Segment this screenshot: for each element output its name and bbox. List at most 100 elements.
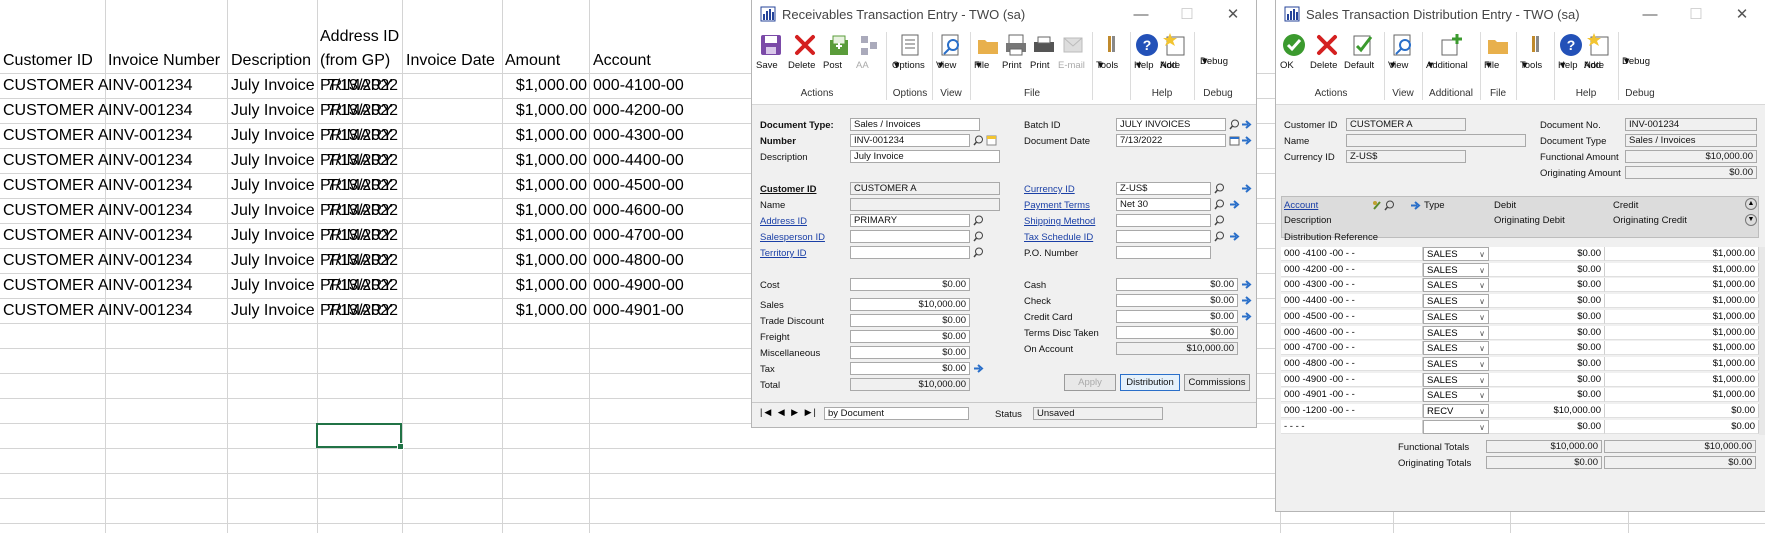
tax-field[interactable]: $0.00 bbox=[850, 362, 970, 375]
sheet-cell[interactable]: 7/13/2022 bbox=[308, 173, 398, 198]
check-arrow-icon[interactable] bbox=[1241, 295, 1252, 306]
chevron-down-icon[interactable]: ∨ bbox=[1479, 295, 1485, 307]
salesperson-id-field[interactable] bbox=[850, 230, 970, 243]
address-lookup-icon[interactable] bbox=[973, 215, 984, 226]
territory-id-link[interactable]: Territory ID bbox=[760, 248, 806, 259]
sheet-cell[interactable]: July Invoice bbox=[231, 98, 315, 123]
sheet-cell[interactable]: 7/13/2022 bbox=[308, 223, 398, 248]
debit-cell[interactable]: $10,000.00 bbox=[1489, 404, 1605, 418]
record-navigation[interactable]: |◀ ◀ ▶ ▶| bbox=[760, 407, 818, 418]
distribution-row[interactable]: 000 -4400 -00 - - SALES ∨ $0.00 $1,000.00 bbox=[1281, 294, 1759, 309]
sheet-cell[interactable]: 000-4901-00 bbox=[593, 298, 684, 323]
debit-cell[interactable]: $0.00 bbox=[1489, 356, 1605, 371]
view-button[interactable]: View ▼ bbox=[936, 32, 966, 71]
credit-cell[interactable]: $1,000.00 bbox=[1605, 247, 1759, 261]
type-select[interactable]: SALES ∨ bbox=[1423, 341, 1489, 356]
account-cell[interactable]: 000 -1200 -00 - - bbox=[1281, 404, 1423, 418]
sheet-cell[interactable]: July Invoice bbox=[231, 298, 315, 323]
chevron-down-icon[interactable]: ∨ bbox=[1479, 279, 1485, 291]
sheet-cell[interactable]: CUSTOMER A bbox=[3, 223, 109, 248]
sheet-cell[interactable]: INV-001234 bbox=[108, 148, 193, 173]
currency-id-link[interactable]: Currency ID bbox=[1024, 184, 1075, 195]
account-arrow-icon[interactable] bbox=[1410, 200, 1421, 211]
type-select[interactable]: SALES ∨ bbox=[1423, 372, 1489, 387]
header-invoice-number[interactable]: Invoice Number bbox=[108, 48, 220, 73]
sheet-cell[interactable]: INV-001234 bbox=[108, 273, 193, 298]
account-cell[interactable]: 000 -4400 -00 - - bbox=[1281, 294, 1423, 309]
freight-field[interactable]: $0.00 bbox=[850, 330, 970, 343]
credit-cell[interactable]: $1,000.00 bbox=[1605, 372, 1759, 387]
credit-cell[interactable]: $1,000.00 bbox=[1605, 341, 1759, 356]
debit-cell[interactable]: $0.00 bbox=[1489, 309, 1605, 324]
type-select[interactable]: RECV ∨ bbox=[1423, 404, 1489, 418]
credit-cell[interactable]: $1,000.00 bbox=[1605, 278, 1759, 293]
sheet-cell[interactable]: $1,000.00 bbox=[503, 298, 587, 323]
sheet-cell[interactable]: 7/13/2022 bbox=[308, 98, 398, 123]
sheet-cell[interactable]: INV-001234 bbox=[108, 198, 193, 223]
debit-cell[interactable]: $0.00 bbox=[1489, 247, 1605, 261]
batch-lookup-icon[interactable] bbox=[1229, 119, 1240, 130]
sheet-cell[interactable]: 000-4400-00 bbox=[593, 148, 684, 173]
distribution-row[interactable]: 000 -4901 -00 - - SALES ∨ $0.00 $1,000.00 bbox=[1281, 388, 1759, 403]
sheet-cell[interactable]: INV-001234 bbox=[108, 123, 193, 148]
delete-button[interactable]: Delete bbox=[1310, 32, 1344, 71]
salesperson-id-link[interactable]: Salesperson ID bbox=[760, 232, 825, 243]
sheet-cell[interactable]: 7/13/2022 bbox=[308, 273, 398, 298]
currency-expand-arrow-icon[interactable] bbox=[1241, 183, 1252, 194]
chevron-down-icon[interactable]: ∨ bbox=[1479, 389, 1485, 401]
account-cell[interactable]: 000 -4600 -00 - - bbox=[1281, 325, 1423, 340]
type-select[interactable]: SALES ∨ bbox=[1423, 262, 1489, 277]
header-address-id[interactable]: Address ID bbox=[320, 24, 399, 49]
tools-button[interactable]: Tools ▼ bbox=[1096, 32, 1126, 71]
sheet-cell[interactable]: $1,000.00 bbox=[503, 98, 587, 123]
batch-id-field[interactable]: JULY INVOICES bbox=[1116, 118, 1226, 131]
account-cell[interactable]: 000 -4100 -00 - - bbox=[1281, 247, 1423, 261]
note-icon[interactable] bbox=[986, 135, 997, 146]
credit-card-arrow-icon[interactable] bbox=[1241, 311, 1252, 322]
account-lookup-icon[interactable] bbox=[1384, 200, 1395, 211]
doc-date-field[interactable]: 7/13/2022 bbox=[1116, 134, 1226, 147]
distribution-row[interactable]: 000 -4500 -00 - - SALES ∨ $0.00 $1,000.00 bbox=[1281, 309, 1759, 324]
email-button[interactable]: E-mail bbox=[1058, 32, 1088, 71]
account-cell[interactable]: - - - - bbox=[1281, 419, 1423, 434]
cost-field[interactable]: $0.00 bbox=[850, 278, 970, 291]
type-select[interactable]: SALES ∨ bbox=[1423, 388, 1489, 403]
credit-cell[interactable]: $1,000.00 bbox=[1605, 262, 1759, 277]
browse-by-select[interactable]: by Document bbox=[824, 407, 969, 420]
credit-card-field[interactable]: $0.00 bbox=[1116, 310, 1238, 323]
apply-button[interactable]: Apply bbox=[1064, 374, 1116, 391]
sheet-cell[interactable]: July Invoice bbox=[231, 173, 315, 198]
type-select[interactable]: SALES ∨ bbox=[1423, 325, 1489, 340]
header-amount[interactable]: Amount bbox=[505, 48, 560, 73]
commissions-button[interactable]: Commissions bbox=[1184, 374, 1250, 391]
delete-button[interactable]: Delete bbox=[788, 32, 822, 71]
tax-schedule-id-field[interactable] bbox=[1116, 230, 1211, 243]
add-note-button[interactable]: Add Note bbox=[1160, 32, 1190, 71]
territory-id-field[interactable] bbox=[850, 246, 970, 259]
chevron-down-icon[interactable]: ∨ bbox=[1479, 374, 1485, 386]
sheet-cell[interactable]: 000-4500-00 bbox=[593, 173, 684, 198]
account-edit-icon[interactable] bbox=[1372, 200, 1383, 211]
debit-cell[interactable]: $0.00 bbox=[1489, 278, 1605, 293]
sheet-cell[interactable]: $1,000.00 bbox=[503, 223, 587, 248]
sheet-cell[interactable]: $1,000.00 bbox=[503, 73, 587, 98]
debit-cell[interactable]: $0.00 bbox=[1489, 419, 1605, 434]
account-column-link[interactable]: Account bbox=[1284, 200, 1318, 211]
credit-cell[interactable]: $0.00 bbox=[1605, 419, 1759, 434]
sheet-cell[interactable]: July Invoice bbox=[231, 273, 315, 298]
print-button[interactable]: Print bbox=[1002, 32, 1030, 71]
type-select[interactable]: SALES ∨ bbox=[1423, 294, 1489, 309]
batch-expand-arrow-icon[interactable] bbox=[1241, 119, 1252, 130]
credit-cell[interactable]: $1,000.00 bbox=[1605, 309, 1759, 324]
chevron-down-icon[interactable]: ∨ bbox=[1479, 327, 1485, 339]
close-button[interactable]: ✕ bbox=[1210, 0, 1256, 28]
distribution-row[interactable]: - - - - ∨ $0.00 $0.00 bbox=[1281, 419, 1759, 434]
collapse-icon[interactable]: ▲ bbox=[1745, 198, 1757, 210]
chevron-down-icon[interactable]: ∨ bbox=[1479, 264, 1485, 276]
payment-terms-arrow-icon[interactable] bbox=[1229, 199, 1240, 210]
sheet-cell[interactable]: INV-001234 bbox=[108, 73, 193, 98]
type-select[interactable]: ∨ bbox=[1423, 419, 1489, 434]
customer-id-label[interactable]: Customer ID bbox=[760, 184, 816, 195]
sheet-cell[interactable]: July Invoice bbox=[231, 73, 315, 98]
cash-arrow-icon[interactable] bbox=[1241, 279, 1252, 290]
